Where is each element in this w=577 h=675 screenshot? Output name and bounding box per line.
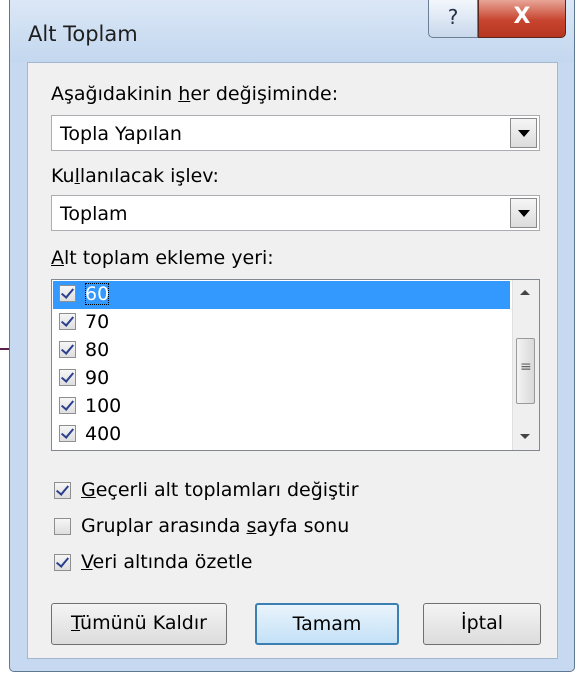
- subtotal-list-label: Alt toplam ekleme yeri:: [51, 247, 274, 269]
- subtotal-columns-list[interactable]: 60 70 80 90 100 400: [51, 279, 540, 451]
- replace-current-label: Geçerli alt toplamları değiştir: [81, 479, 359, 501]
- replace-current-checkbox[interactable]: [54, 482, 71, 499]
- summary-below-label: Veri altında özetle: [81, 551, 253, 573]
- ok-button[interactable]: Tamam: [255, 603, 399, 645]
- list-item[interactable]: 100: [53, 393, 510, 421]
- close-button[interactable]: X: [478, 0, 566, 38]
- list-item-checkbox[interactable]: [59, 397, 76, 414]
- function-field-dropdown-arrow-icon[interactable]: [510, 198, 537, 228]
- list-item[interactable]: 80: [53, 337, 510, 365]
- list-item[interactable]: 70: [53, 309, 510, 337]
- function-field-label: Kullanılacak işlev:: [51, 165, 219, 187]
- list-item[interactable]: 60: [53, 281, 510, 309]
- dialog-title: Alt Toplam: [28, 22, 138, 46]
- scroll-thumb[interactable]: [516, 338, 535, 404]
- help-button[interactable]: ?: [428, 0, 478, 38]
- list-item-label: 100: [85, 395, 122, 417]
- scroll-up-arrow-icon[interactable]: [513, 280, 539, 306]
- change-field-value: Topla Yapılan: [60, 123, 182, 145]
- list-item-checkbox[interactable]: [59, 313, 76, 330]
- close-icon: X: [513, 4, 531, 29]
- change-field-combo[interactable]: Topla Yapılan: [51, 115, 540, 151]
- dialog-client-area: Aşağıdakinin her değişiminde: Topla Yapı…: [27, 62, 558, 659]
- subtotal-dialog: Alt Toplam ? X Aşağıdakinin her değişimi…: [9, 0, 575, 672]
- help-icon: ?: [447, 5, 459, 29]
- page-break-checkbox[interactable]: [54, 518, 71, 535]
- list-item-checkbox[interactable]: [59, 425, 76, 442]
- list-item-checkbox[interactable]: [59, 285, 76, 302]
- change-field-dropdown-arrow-icon[interactable]: [510, 118, 537, 148]
- list-item[interactable]: 90: [53, 365, 510, 393]
- summary-below-checkbox[interactable]: [54, 554, 71, 571]
- list-scrollbar[interactable]: [512, 280, 539, 450]
- list-item-label: 90: [85, 367, 110, 389]
- list-item-checkbox[interactable]: [59, 369, 76, 386]
- page-break-label: Gruplar arasında sayfa sonu: [81, 515, 350, 537]
- title-bar[interactable]: Alt Toplam ? X: [10, 0, 574, 62]
- scroll-down-arrow-icon[interactable]: [513, 424, 539, 450]
- change-field-label: Aşağıdakinin her değişiminde:: [51, 83, 339, 105]
- list-item[interactable]: 400: [53, 421, 510, 449]
- function-field-combo[interactable]: Toplam: [51, 195, 540, 231]
- list-item-label: 80: [85, 339, 110, 361]
- list-item-checkbox[interactable]: [59, 341, 76, 358]
- function-field-value: Toplam: [60, 203, 128, 225]
- list-item-label: 60: [85, 283, 110, 305]
- cancel-button[interactable]: İptal: [423, 603, 541, 645]
- remove-all-button[interactable]: Tümünü Kaldır: [51, 603, 227, 645]
- list-item-label: 70: [85, 311, 110, 333]
- list-item-label: 400: [85, 423, 122, 445]
